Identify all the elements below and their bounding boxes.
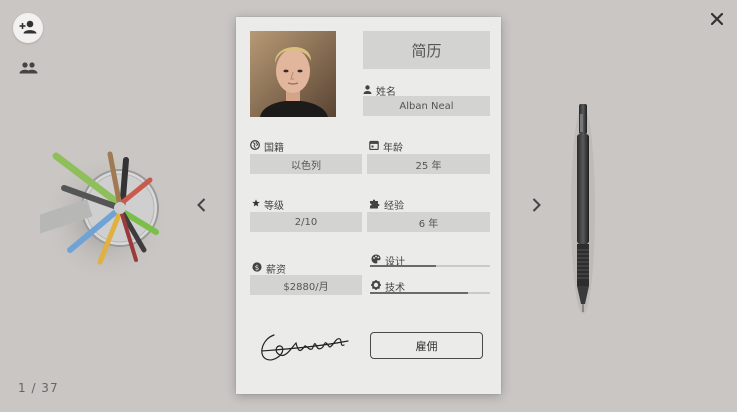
salary-label: 薪资 xyxy=(266,265,286,276)
resume-card: 简历 姓名 Alban Neal 国籍 以色列 年龄 25 年 等级 2/10 xyxy=(236,17,501,394)
person-add-icon xyxy=(19,19,37,38)
previous-button[interactable] xyxy=(193,195,209,217)
dollar-icon: $ xyxy=(252,262,262,275)
star-icon xyxy=(252,199,260,210)
group-icon xyxy=(19,59,38,78)
nationality-value: 以色列 xyxy=(250,154,362,174)
chevron-right-icon xyxy=(532,197,541,216)
group-button[interactable] xyxy=(17,58,39,78)
skill-design-bar xyxy=(370,265,490,267)
skill-tech-bar xyxy=(370,292,490,294)
nationality-label-row: 国籍 xyxy=(250,139,284,154)
signature-image xyxy=(256,325,352,365)
experience-value: 6 年 xyxy=(367,212,490,232)
svg-text:$: $ xyxy=(255,264,259,272)
puzzle-icon xyxy=(369,198,380,212)
skill-design-bar-fill xyxy=(370,265,436,267)
add-person-button[interactable] xyxy=(13,13,43,43)
page-counter: 1 / 37 xyxy=(18,381,59,395)
next-button[interactable] xyxy=(528,195,544,217)
close-button[interactable] xyxy=(706,8,728,30)
salary-label-row: $ 薪资 xyxy=(252,261,286,276)
salary-value: $2880/月 xyxy=(250,275,362,295)
age-label: 年龄 xyxy=(383,143,403,154)
person-icon xyxy=(363,84,372,97)
globe-icon xyxy=(250,140,260,153)
chevron-left-icon xyxy=(196,197,206,216)
calendar-icon xyxy=(369,140,379,153)
level-value: 2/10 xyxy=(250,212,362,232)
nationality-label: 国籍 xyxy=(264,143,284,154)
experience-label: 经验 xyxy=(384,201,404,212)
skill-tech-bar-fill xyxy=(370,292,469,294)
age-value: 25 年 xyxy=(367,154,490,174)
experience-label-row: 经验 xyxy=(369,197,404,212)
mechanical-pencil-image xyxy=(570,100,596,315)
age-label-row: 年龄 xyxy=(369,139,403,154)
level-label: 等级 xyxy=(264,201,284,212)
card-title: 简历 xyxy=(363,31,490,69)
hire-button[interactable]: 雇佣 xyxy=(370,332,483,359)
pencil-cup-image xyxy=(29,140,170,280)
close-icon xyxy=(710,10,724,29)
profile-photo xyxy=(250,31,336,117)
name-value: Alban Neal xyxy=(363,96,490,116)
level-label-row: 等级 xyxy=(252,197,284,212)
